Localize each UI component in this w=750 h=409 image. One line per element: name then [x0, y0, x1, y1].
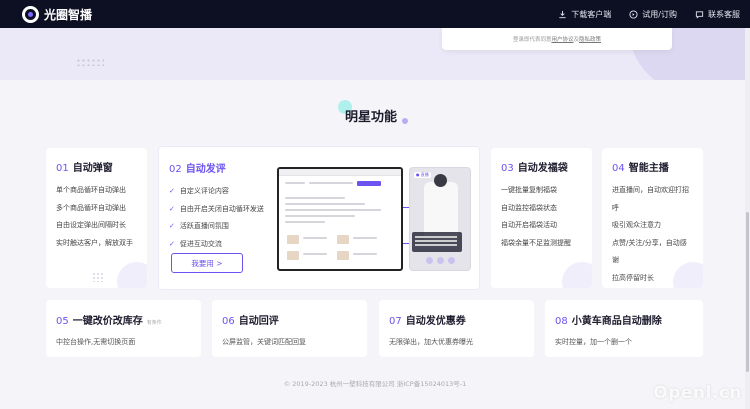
use-now-button[interactable]: 我要用 >	[171, 253, 243, 273]
feature-card-cart-auto-delete[interactable]: 08 小黄车商品自动删除 实时控量，加一个删一个	[545, 300, 703, 357]
list-item: 一键批量复制福袋	[501, 186, 557, 194]
card-feature-list: 一键批量复制福袋 自动监控福袋状态 自动开启福袋活动 福袋余量不足监测提醒	[501, 182, 582, 252]
section-title: 明星功能	[345, 110, 398, 125]
list-item: 吸引观众注意力	[612, 221, 661, 229]
card-heading: 05 一键改价改库存 有条件	[56, 312, 191, 327]
brand-name: 光圈智播	[44, 7, 93, 22]
card-description: 实时控量，加一个删一个	[555, 338, 632, 346]
nav-contact-label: 联系客服	[708, 9, 740, 19]
card-number: 08	[555, 316, 568, 327]
title-decoration-dot-small	[402, 118, 408, 124]
card-number: 01	[56, 163, 69, 174]
card-title: 自动发福袋	[517, 163, 568, 174]
list-item: 福袋余量不足监测提醒	[501, 238, 571, 247]
page-scrollbar[interactable]	[745, 28, 750, 409]
feature-card-price-stock[interactable]: 05 一键改价改库存 有条件 中控台操作,无需切换页面	[46, 300, 201, 357]
card-number: 02	[169, 164, 182, 175]
cart-icon	[629, 9, 638, 19]
card-title: 一键改价改库存	[72, 316, 143, 327]
card-heading: 01 自动弹窗	[56, 159, 137, 174]
nav-contact-support[interactable]: 联系客服	[695, 9, 740, 20]
list-item: 自动开启福袋活动	[501, 221, 557, 229]
login-card-bottom: 登录即代表同意 用户协议 及 隐私政策	[442, 28, 672, 50]
list-item: 多个商品循环自动弹出	[56, 203, 126, 212]
card-number: 06	[222, 316, 235, 327]
card-description: 公屏监管，关键词匹配回复	[222, 338, 306, 346]
feature-card-auto-luckybag[interactable]: 03 自动发福袋 一键批量复制福袋 自动监控福袋状态 自动开启福袋活动 福袋余量…	[491, 148, 592, 288]
feature-card-auto-popup[interactable]: 01 自动弹窗 单个商品循环自动弹出 多个商品循环自动弹出 自由设定弹出间隔时长…	[46, 148, 147, 288]
live-stream-preview: ● 直播	[409, 167, 471, 271]
nav-trial-label: 试用/订购	[642, 9, 677, 19]
card-number: 07	[389, 316, 402, 327]
card-title: 小黄车商品自动删除	[571, 316, 662, 327]
card-title: 自动回评	[238, 316, 279, 327]
scrollbar-thumb[interactable]	[746, 212, 749, 372]
mock-button	[357, 181, 381, 186]
nav-links: 下载客户端 试用/订购 联系客服	[558, 9, 740, 20]
card-heading: 07 自动发优惠券	[389, 312, 524, 327]
card-title: 自动发评	[185, 164, 226, 175]
hero-section: 登录即代表同意 用户协议 及 隐私政策	[0, 28, 750, 80]
phone-action-dots	[426, 257, 455, 264]
card-heading: 06 自动回评	[222, 312, 357, 327]
card-heading: 03 自动发福袋	[501, 159, 582, 174]
card-number: 03	[501, 163, 514, 174]
nav-trial-order[interactable]: 试用/订购	[629, 9, 677, 20]
card-title: 自动弹窗	[72, 163, 113, 174]
footer-copyright: © 2019-2023 杭州一壁科技有限公司 浙ICP备15024013号-1	[283, 380, 467, 388]
model-head	[434, 174, 447, 187]
feature-card-smart-host[interactable]: 04 智能主播 进直播间，自动欢迎打招呼 吸引观众注意力 点赞/关注/分享，自动…	[602, 148, 703, 288]
card-heading: 08 小黄车商品自动删除	[555, 312, 693, 327]
card-title: 自动发优惠券	[405, 316, 466, 327]
features-section: 明星功能 01 自动弹窗 单个商品循环自动弹出 多个商品循环自动弹出 自由设定弹…	[0, 80, 750, 409]
brand-logo[interactable]: 光圈智播	[22, 5, 93, 23]
card-title: 智能主播	[628, 163, 669, 174]
card-feature-list: 单个商品循环自动弹出 多个商品循环自动弹出 自由设定弹出间隔时长 实时触达客户，…	[56, 182, 137, 252]
nav-download-client[interactable]: 下载客户端	[558, 9, 611, 20]
dots-decoration	[92, 272, 104, 282]
comment-tool-screenshot	[277, 167, 403, 271]
site-watermark: Openl.cn	[653, 383, 742, 403]
card-condition-note: 有条件	[146, 320, 162, 326]
nav-download-label: 下载客户端	[571, 9, 612, 19]
list-item: 自动监控福袋状态	[501, 203, 557, 212]
list-item: 实时触达客户，解放双手	[56, 238, 133, 247]
card-number: 05	[56, 316, 69, 327]
agreement-prefix: 登录即代表同意	[512, 37, 552, 43]
card-number: 04	[612, 163, 625, 174]
feature-card-auto-comment[interactable]: 02 自动发评 自定义评论内容 自由开启关闭自动循环发送 活跃直播间氛围 促进互…	[158, 146, 480, 290]
feature-card-auto-coupon[interactable]: 07 自动发优惠券 无限弹出，加大优惠券曝光	[379, 300, 534, 357]
circle-decoration	[562, 262, 592, 288]
live-tag: ● 直播	[414, 172, 431, 178]
chat-icon	[695, 10, 704, 19]
dots-decoration	[76, 58, 104, 66]
list-item: 自由设定弹出间隔时长	[56, 221, 126, 229]
circle-decoration	[117, 262, 147, 288]
privacy-policy-link[interactable]: 隐私政策	[579, 35, 601, 43]
download-icon	[559, 10, 566, 18]
comment-bubble	[412, 232, 462, 252]
user-agreement-link[interactable]: 用户协议	[551, 35, 573, 43]
mock-titlebar	[279, 169, 401, 176]
card-description: 无限弹出，加大优惠券曝光	[389, 338, 473, 346]
list-item: 进直播间，自动欢迎打招呼	[612, 186, 689, 212]
logo-ring-icon	[22, 5, 39, 23]
list-item: 点赞/关注/分享，自动感谢	[612, 238, 687, 265]
top-navbar: 光圈智播 下载客户端 试用/订购 联系客服	[0, 0, 750, 28]
card-heading: 04 智能主播	[612, 159, 693, 174]
card-description: 中控台操作,无需切换页面	[56, 338, 136, 346]
list-item: 单个商品循环自动弹出	[56, 186, 126, 194]
feature-card-auto-reply[interactable]: 06 自动回评 公屏监管，关键词匹配回复	[212, 300, 367, 357]
